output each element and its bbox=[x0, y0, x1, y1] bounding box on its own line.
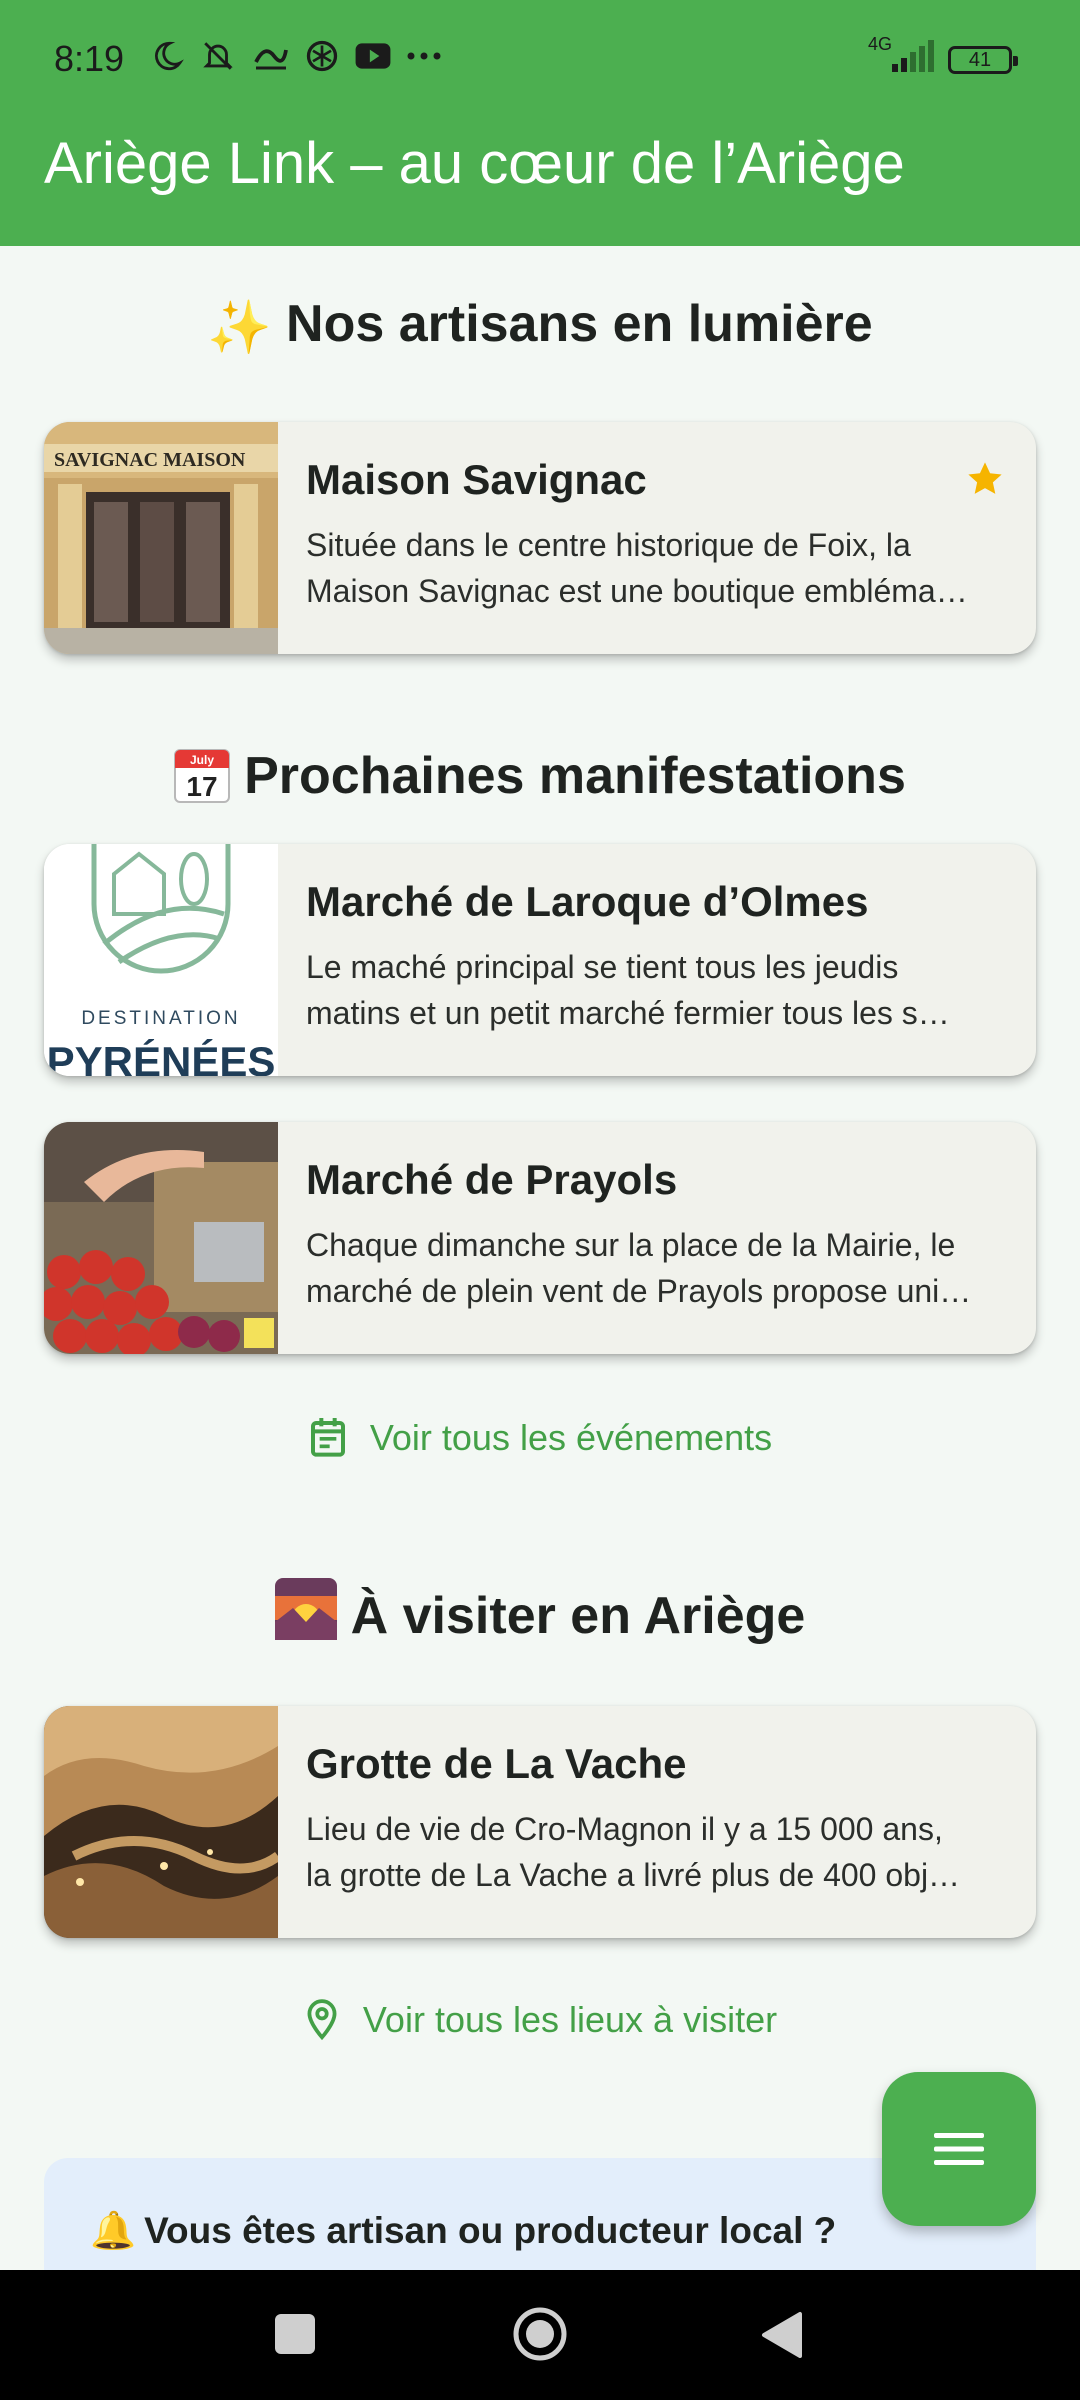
banner-text: 🔔 Vous êtes artisan ou producteur local ? bbox=[90, 2210, 836, 2253]
event-thumbnail: DESTINATION PYRÉNÉES bbox=[44, 844, 278, 1076]
see-all-places-label: Voir tous les lieux à visiter bbox=[362, 1999, 778, 2040]
app-title: Ariège Link – au cœur de l’Ariège bbox=[44, 131, 905, 196]
section-title-text: Nos artisans en lumière bbox=[286, 295, 873, 353]
youtube-icon bbox=[355, 43, 391, 69]
app-notification-icon bbox=[254, 49, 288, 70]
card-description-line: la grotte de La Vache a livré plus de 40… bbox=[306, 1857, 961, 1893]
star-icon[interactable] bbox=[964, 458, 1006, 500]
card-description-line: Maison Savignac est une boutique embléma… bbox=[306, 573, 968, 609]
section-title-places: À visiter en Ariège bbox=[0, 1578, 1080, 1657]
muted-bell-icon bbox=[203, 42, 233, 70]
sunrise-mountains-icon bbox=[274, 1578, 337, 1653]
card-title: Marché de Prayols bbox=[306, 1156, 678, 1203]
more-icon bbox=[407, 52, 441, 60]
see-all-events-button[interactable]: Voir tous les événements bbox=[0, 1416, 1080, 1460]
calendar-month: July bbox=[190, 753, 214, 767]
sparkles-icon: ✨ bbox=[207, 298, 273, 357]
section-title-text: À visiter en Ariège bbox=[350, 1587, 806, 1646]
openai-icon bbox=[306, 40, 338, 72]
recent-apps-button[interactable] bbox=[275, 2314, 315, 2354]
card-title: Maison Savignac bbox=[306, 456, 647, 503]
card-description-line: Le maché principal se tient tous les jeu… bbox=[306, 949, 899, 985]
battery-level: 41 bbox=[968, 49, 992, 71]
card-description-line: Chaque dimanche sur la place de la Mairi… bbox=[306, 1227, 956, 1263]
status-time: 8:19 bbox=[54, 38, 125, 79]
calendar-day: 17 bbox=[187, 771, 218, 802]
bell-icon: 🔔 bbox=[90, 2210, 137, 2251]
battery-icon: 41 bbox=[948, 46, 1018, 74]
home-button[interactable] bbox=[512, 2306, 568, 2362]
section-title-artisans: ✨ Nos artisans en lumière bbox=[0, 294, 1080, 358]
see-all-places-button[interactable]: Voir tous les lieux à visiter bbox=[0, 1998, 1080, 2042]
back-button[interactable] bbox=[760, 2310, 804, 2360]
menu-fab-button[interactable] bbox=[882, 2072, 1036, 2226]
card-title: Grotte de La Vache bbox=[306, 1740, 687, 1787]
location-pin-icon bbox=[307, 1999, 337, 2041]
place-thumbnail bbox=[44, 1706, 278, 1938]
banner-label: Vous êtes artisan ou producteur local ? bbox=[144, 2210, 837, 2251]
status-bar: 8:19 4G 41 bbox=[0, 0, 1080, 120]
card-description-line: matins et un petit marché fermier tous l… bbox=[306, 995, 950, 1031]
section-title-text: Prochaines manifestations bbox=[244, 747, 906, 805]
moon-icon bbox=[155, 41, 184, 71]
thumbnail-caption: DESTINATION bbox=[81, 1008, 240, 1029]
card-description-line: Située dans le centre historique de Foix… bbox=[306, 527, 911, 563]
menu-icon bbox=[934, 2133, 984, 2165]
card-description-line: marché de plein vent de Prayols propose … bbox=[306, 1273, 972, 1309]
event-card[interactable]: Marché de Prayols Chaque dimanche sur la… bbox=[44, 1122, 1036, 1354]
section-title-events: July 17 Prochaines manifestations bbox=[0, 746, 1080, 808]
card-title: Marché de Laroque d’Olmes bbox=[306, 878, 869, 925]
card-description-line: Lieu de vie de Cro-Magnon il y a 15 000 … bbox=[306, 1811, 943, 1847]
status-icons bbox=[150, 38, 442, 74]
thumbnail-caption: PYRÉNÉES bbox=[47, 1038, 276, 1076]
system-navigation-bar bbox=[0, 2270, 1080, 2400]
card-description: Située dans le centre historique de Foix… bbox=[306, 522, 1006, 614]
event-thumbnail bbox=[44, 1122, 278, 1354]
network-type: 4G bbox=[868, 34, 893, 54]
artisan-card[interactable]: SAVIGNAC MAISON Maison Savignac Située d… bbox=[44, 422, 1036, 654]
see-all-events-label: Voir tous les événements bbox=[369, 1417, 773, 1458]
shop-sign-text: SAVIGNAC MAISON bbox=[54, 449, 246, 471]
card-description: Le maché principal se tient tous les jeu… bbox=[306, 944, 1006, 1036]
place-card[interactable]: Grotte de La Vache Lieu de vie de Cro-Ma… bbox=[44, 1706, 1036, 1938]
card-description: Chaque dimanche sur la place de la Mairi… bbox=[306, 1222, 1006, 1314]
card-description: Lieu de vie de Cro-Magnon il y a 15 000 … bbox=[306, 1806, 1006, 1898]
event-note-icon bbox=[310, 1418, 345, 1457]
signal-indicator: 4G bbox=[868, 34, 938, 81]
app-header: 8:19 4G 41 Ariège Link – au cœur de l’Ar… bbox=[0, 0, 1080, 246]
event-card[interactable]: DESTINATION PYRÉNÉES Marché de Laroque d… bbox=[44, 844, 1036, 1076]
calendar-icon: July 17 bbox=[174, 746, 231, 804]
artisan-thumbnail: SAVIGNAC MAISON bbox=[44, 422, 278, 654]
